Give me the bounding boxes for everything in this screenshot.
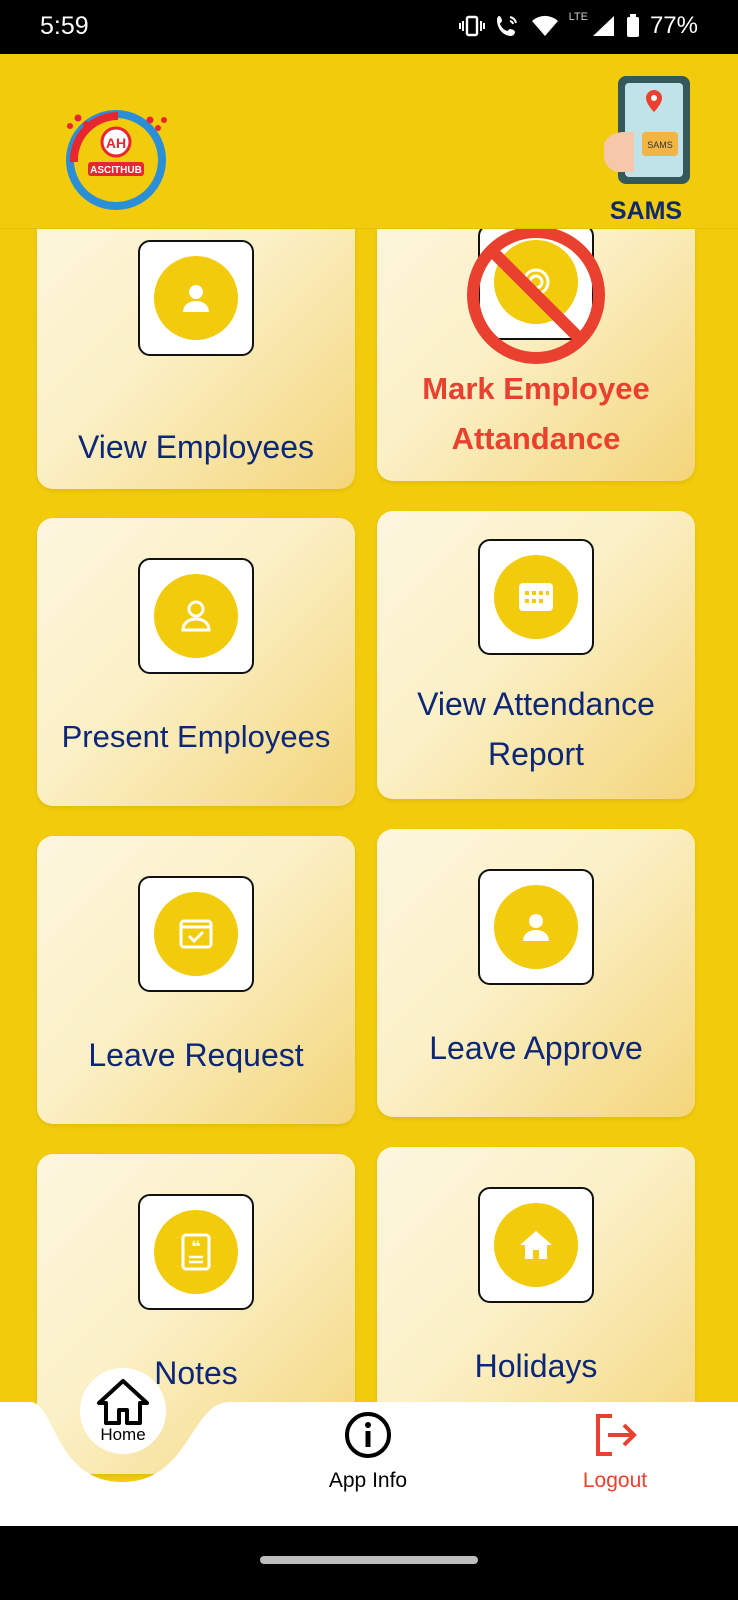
note-icon: ❝ [154, 1210, 238, 1294]
battery-percentage: 77% [649, 12, 698, 39]
info-icon [345, 1412, 391, 1458]
nav-logout-button[interactable]: Logout [545, 1410, 685, 1493]
status-icons: LTE 77% [458, 11, 698, 40]
card-icon-frame: ❝ [138, 1194, 254, 1310]
svg-text:AH: AH [106, 135, 126, 151]
home-icon [97, 1379, 149, 1425]
vibrate-icon [458, 15, 485, 37]
signal-icon [592, 15, 616, 37]
card-attendance-report[interactable]: View Attendance Report [377, 511, 695, 799]
ascithub-logo: AH ASCITHUB [58, 102, 170, 214]
card-label: View Attendance Report [417, 686, 655, 772]
gesture-home-pill[interactable] [260, 1556, 478, 1564]
app-header: AH ASCITHUB SAMS SAMS [0, 54, 738, 229]
card-icon-frame [478, 539, 594, 655]
nav-logout-label: Logout [582, 1469, 648, 1492]
user-icon [154, 256, 238, 340]
system-navigation-bar [0, 1526, 738, 1600]
app-name: SAMS [609, 197, 683, 225]
card-leave-approve[interactable]: Leave Approve [377, 829, 695, 1117]
card-present-employees[interactable]: Present Employees [37, 518, 355, 806]
app-screen: AH ASCITHUB SAMS SAMS View Employees Mar… [0, 54, 738, 1526]
card-icon-frame [138, 558, 254, 674]
card-icon-frame [478, 869, 594, 985]
nav-home-label: Home [100, 1425, 146, 1444]
battery-icon [626, 14, 640, 38]
card-view-employees[interactable]: View Employees [37, 192, 355, 489]
nav-home-button[interactable]: Home [80, 1368, 166, 1454]
nav-app-info-button[interactable]: App Info [298, 1410, 438, 1493]
card-label: Present Employees [61, 719, 331, 754]
logout-icon [596, 1414, 637, 1456]
card-icon-frame [138, 240, 254, 356]
network-type: LTE [568, 11, 588, 23]
svg-text:SAMS: SAMS [647, 140, 673, 150]
card-label: View Employees [78, 429, 314, 465]
status-bar: 5:59 LTE 77% [0, 0, 738, 54]
card-label: Holidays [474, 1348, 598, 1384]
calendar-check-icon [154, 892, 238, 976]
sams-app-logo: SAMS SAMS [598, 76, 694, 226]
logo-brand-text: ASCITHUB [90, 165, 142, 176]
wifi-call-icon [495, 14, 521, 38]
bottom-navigation: Home App Info Logout [0, 1368, 738, 1526]
svg-text:❝: ❝ [191, 1237, 200, 1256]
home-icon [494, 1203, 578, 1287]
card-label: Leave Approve [429, 1030, 643, 1066]
card-label: Leave Request [88, 1037, 304, 1073]
card-icon-frame [138, 876, 254, 992]
card-leave-request[interactable]: Leave Request [37, 836, 355, 1124]
wifi-icon [531, 15, 559, 37]
nav-app-info-label: App Info [328, 1469, 408, 1492]
card-label: Mark Employee Attandance [422, 371, 650, 456]
card-icon-frame [478, 1187, 594, 1303]
calendar-icon [494, 555, 578, 639]
disabled-icon [467, 226, 605, 364]
user-outline-icon [154, 574, 238, 658]
status-time: 5:59 [40, 12, 89, 40]
user-icon [494, 885, 578, 969]
